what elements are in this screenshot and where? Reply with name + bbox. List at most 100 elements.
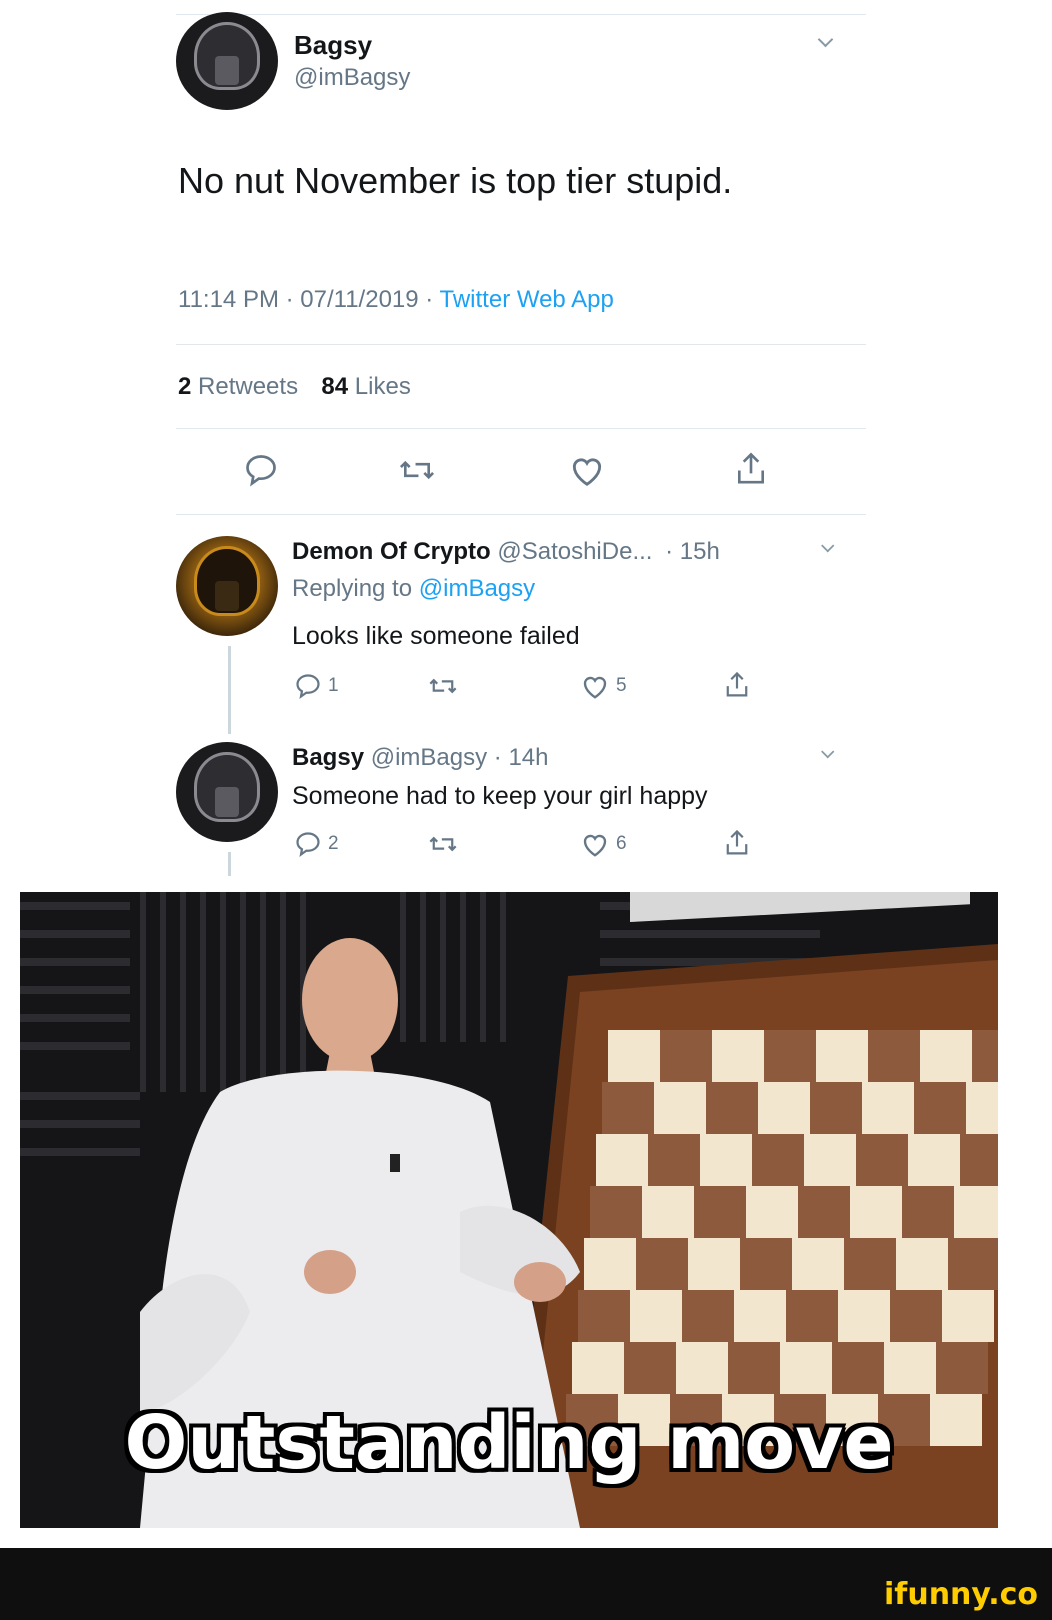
author-name[interactable]: Bagsy (294, 30, 372, 61)
board-square (740, 1238, 792, 1290)
board-square (660, 1030, 712, 1082)
ifunny-watermark: ifunny.co (884, 1577, 1038, 1612)
board-square (654, 1082, 706, 1134)
board-square (966, 1082, 998, 1134)
replying-to: Replying to @imBagsy (292, 575, 535, 603)
board-square (954, 1186, 998, 1238)
reply-icon[interactable] (294, 830, 322, 858)
board-square (890, 1290, 942, 1342)
like-count: 5 (616, 675, 627, 696)
tweet-text: No nut November is top tier stupid. (178, 160, 733, 201)
retweets-count[interactable]: 2 (178, 373, 191, 400)
board-square (942, 1290, 994, 1342)
board-square (602, 1082, 654, 1134)
board-square (902, 1186, 954, 1238)
board-square (764, 1030, 816, 1082)
board-square (728, 1342, 780, 1394)
thread-line (228, 852, 231, 876)
board-square (792, 1238, 844, 1290)
board-square (758, 1082, 810, 1134)
likes-label[interactable]: Likes (355, 373, 411, 400)
meme-caption: Outstanding move (124, 1400, 894, 1486)
top-divider (176, 14, 866, 15)
board-square (642, 1186, 694, 1238)
reply-count: 2 (328, 833, 339, 854)
board-square (734, 1290, 786, 1342)
replying-prefix: Replying to (292, 575, 419, 602)
board-square (868, 1030, 920, 1082)
footer-bar: ifunny.co (0, 1548, 1052, 1620)
board-square (682, 1290, 734, 1342)
board-square (798, 1186, 850, 1238)
reply-icon[interactable] (243, 452, 279, 488)
board-square (832, 1342, 884, 1394)
reply-header: Bagsy @imBagsy · 14h (292, 744, 548, 772)
board-square (804, 1134, 856, 1186)
board-square (838, 1290, 890, 1342)
like-icon[interactable] (568, 452, 606, 488)
reply-time: · 14h (493, 744, 549, 771)
board-square (780, 1342, 832, 1394)
board-square (694, 1186, 746, 1238)
reply-author-name[interactable]: Bagsy (292, 744, 364, 771)
board-square (914, 1082, 966, 1134)
tweet-source[interactable]: Twitter Web App (440, 286, 614, 313)
board-square (584, 1238, 636, 1290)
board-square (688, 1238, 740, 1290)
tweet-stats: 2 Retweets 84 Likes (178, 373, 411, 401)
board-square (844, 1238, 896, 1290)
divider (176, 344, 866, 345)
reply-icon[interactable] (294, 672, 322, 700)
reply-avatar[interactable] (176, 536, 278, 636)
reply-avatar[interactable] (176, 742, 278, 842)
retweet-icon[interactable] (428, 830, 458, 858)
reply-author-name[interactable]: Demon Of Crypto (292, 538, 491, 565)
board-square (572, 1342, 624, 1394)
share-icon[interactable] (733, 450, 769, 488)
author-handle[interactable]: @imBagsy (294, 64, 410, 92)
board-square (630, 1290, 682, 1342)
board-square (850, 1186, 902, 1238)
board-square (908, 1134, 960, 1186)
board-square (786, 1290, 838, 1342)
board-square (856, 1134, 908, 1186)
board-square (948, 1238, 998, 1290)
tweet-meta: 11:14 PM · 07/11/2019 · Twitter Web App (178, 286, 614, 314)
thread-line (228, 646, 231, 734)
board-square (636, 1238, 688, 1290)
board-square (972, 1030, 998, 1082)
board-square (706, 1082, 758, 1134)
board-square (896, 1238, 948, 1290)
replying-to-handle[interactable]: @imBagsy (419, 575, 535, 602)
retweets-label[interactable]: Retweets (198, 373, 298, 400)
board-square (810, 1082, 862, 1134)
reply-author-handle[interactable]: @SatoshiDe... (497, 538, 652, 565)
like-icon[interactable] (580, 672, 610, 700)
board-square (746, 1186, 798, 1238)
reply-text: Looks like someone failed (292, 622, 580, 650)
board-square (960, 1134, 998, 1186)
retweet-icon[interactable] (428, 672, 458, 700)
chevron-down-icon[interactable] (823, 747, 835, 759)
likes-count[interactable]: 84 (321, 373, 348, 400)
chevron-down-icon[interactable] (820, 34, 834, 48)
reply-author-handle[interactable]: @imBagsy (371, 744, 487, 771)
board-square (700, 1134, 752, 1186)
reply-time: · 15h (665, 538, 720, 565)
board-square (712, 1030, 764, 1082)
chessboard (566, 1030, 998, 1446)
board-square (936, 1342, 988, 1394)
share-icon[interactable] (723, 828, 751, 858)
reply-count: 1 (328, 675, 339, 696)
retweet-icon[interactable] (398, 452, 436, 488)
board-square (578, 1290, 630, 1342)
board-square (752, 1134, 804, 1186)
share-icon[interactable] (723, 670, 751, 700)
chevron-down-icon[interactable] (823, 541, 835, 553)
meme-image: Outstanding move (20, 892, 998, 1528)
board-square (648, 1134, 700, 1186)
like-icon[interactable] (580, 830, 610, 858)
avatar[interactable] (176, 12, 278, 110)
like-count: 6 (616, 833, 627, 854)
board-square (920, 1030, 972, 1082)
